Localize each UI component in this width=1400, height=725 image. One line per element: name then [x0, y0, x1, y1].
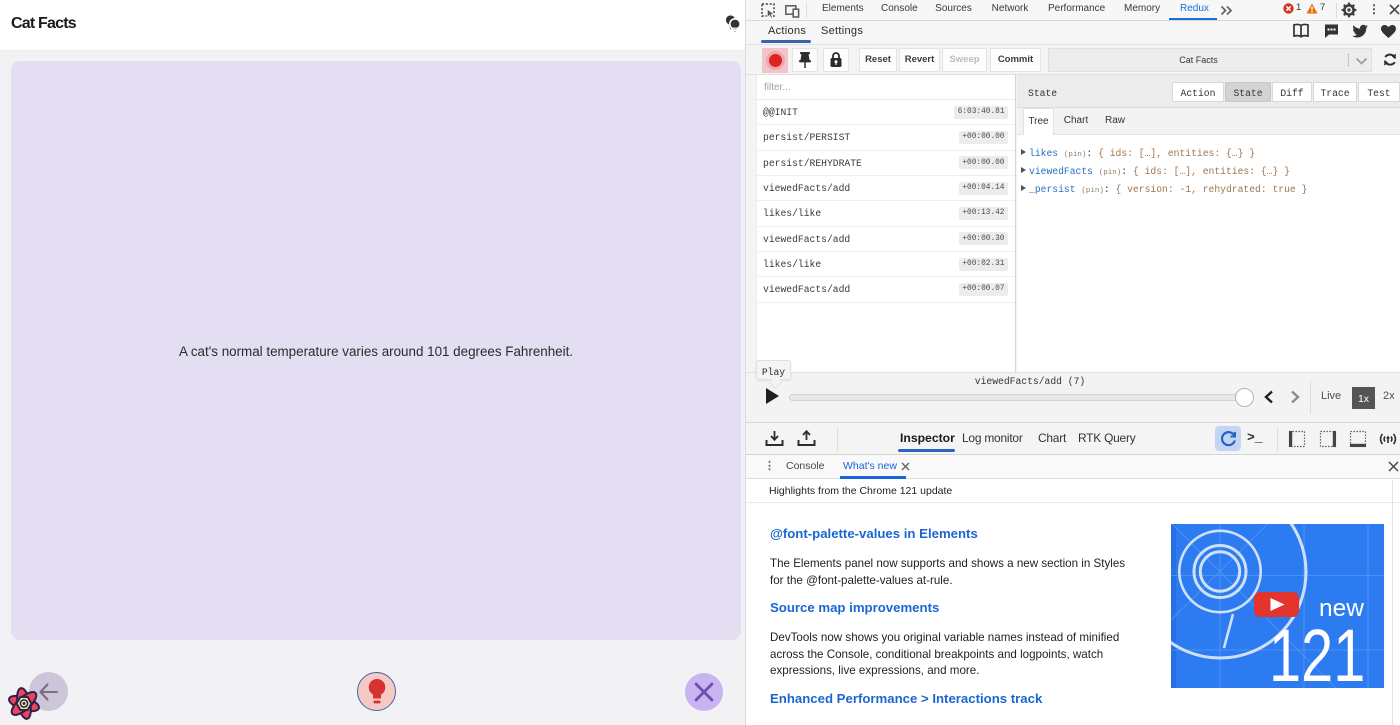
svg-text:121: 121: [1269, 615, 1365, 688]
